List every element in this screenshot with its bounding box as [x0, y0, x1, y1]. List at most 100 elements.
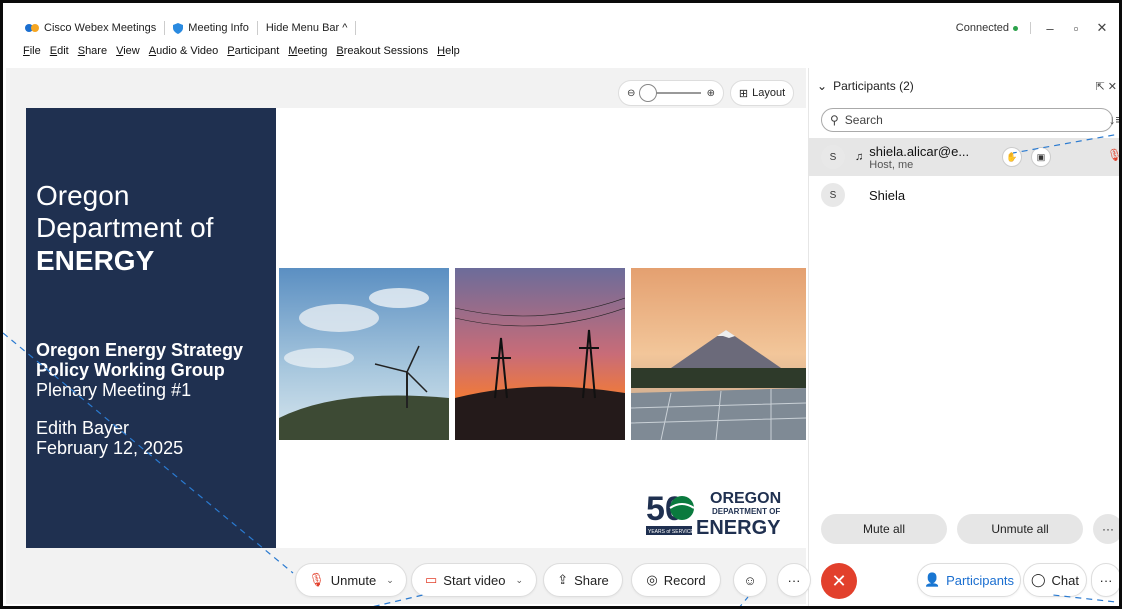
headset-icon: ♫: [855, 151, 864, 163]
webex-logo-icon: [25, 24, 39, 32]
participant-row[interactable]: S ♫ shiela.alicar@e... Host, me ✋ ▣ 🎙: [809, 138, 1119, 176]
meeting-controls-toolbar: 🎙 Unmute ⌄ ▭ Start video ⌄ ⇪ Share ◎ Rec…: [3, 563, 1119, 603]
layout-button[interactable]: ⊞ Layout: [730, 80, 794, 106]
participant-name: Shiela: [869, 187, 906, 203]
menu-view[interactable]: View: [116, 45, 140, 63]
avatar: S: [821, 183, 845, 207]
layout-label: Layout: [752, 87, 786, 99]
chat-button[interactable]: ◯ Chat: [1023, 563, 1087, 597]
more-button[interactable]: ···: [777, 563, 811, 597]
hide-menu-label: Hide Menu Bar ^: [265, 22, 348, 34]
muted-mic-icon: 🎙: [308, 572, 325, 587]
record-button[interactable]: ◎ Record: [631, 563, 721, 597]
logo-line1: OREGON: [710, 490, 781, 507]
slide-org-line2: Department of: [36, 212, 214, 243]
mountain-solar-photo: [631, 268, 806, 440]
video-off-icon: ▭: [425, 572, 438, 587]
unmute-all-button[interactable]: Unmute all: [957, 514, 1083, 544]
more-options-button[interactable]: ···: [1093, 514, 1119, 544]
slide-meeting: Plenary Meeting #1: [36, 380, 192, 400]
app-title: Cisco Webex Meetings: [17, 21, 166, 35]
meeting-info-label: Meeting Info: [188, 22, 249, 34]
popout-icon[interactable]: ⇱: [1096, 81, 1105, 93]
share-icon: ⇪: [557, 572, 569, 587]
logo-line3: ENERGY: [696, 517, 781, 538]
app-name: Cisco Webex Meetings: [44, 22, 157, 34]
slide-date: February 12, 2025: [36, 438, 184, 458]
divider: [1030, 22, 1031, 34]
participant-name: shiela.alicar@e...: [869, 143, 970, 159]
participants-button[interactable]: 👤 Participants: [917, 563, 1021, 597]
meeting-info-button[interactable]: Meeting Info: [165, 21, 258, 35]
panels-more-button[interactable]: ···: [1091, 563, 1119, 597]
shield-icon: [173, 22, 184, 34]
chevron-down-icon[interactable]: ⌄: [515, 575, 523, 586]
wind-turbine-photo: [279, 268, 449, 440]
hide-menu-bar-button[interactable]: Hide Menu Bar ^: [258, 21, 357, 35]
webex-window: Cisco Webex Meetings Meeting Info Hide M…: [0, 0, 1122, 609]
participants-label: Participants: [946, 572, 1015, 588]
ellipsis-icon: ···: [787, 572, 801, 588]
participants-title: Participants (2): [833, 79, 914, 93]
zoom-in-icon[interactable]: ⊕: [707, 88, 715, 99]
raise-hand-icon[interactable]: ✋: [1002, 147, 1022, 167]
chevron-down-icon[interactable]: ⌄: [386, 575, 394, 586]
odoe-logo: 50 YEARS of SERVICE OREGON DEPARTMENT OF…: [646, 486, 806, 539]
start-video-button[interactable]: ▭ Start video ⌄: [411, 563, 537, 597]
unmute-label: Unmute: [330, 572, 377, 588]
unmute-button[interactable]: 🎙 Unmute ⌄: [295, 563, 407, 597]
menu-meeting[interactable]: Meeting: [288, 45, 327, 63]
mute-all-label: Mute all: [862, 522, 906, 536]
menu-bar: File Edit Share View Audio & Video Parti…: [23, 45, 460, 63]
logo-line2: DEPARTMENT OF: [712, 507, 780, 516]
people-icon: 👤: [923, 572, 941, 587]
video-status-icon[interactable]: ▣: [1031, 147, 1051, 167]
menu-help[interactable]: Help: [437, 45, 460, 63]
menu-audio-video[interactable]: Audio & Video: [149, 45, 219, 63]
shared-content-area: ⊖ ⊕ ⊞ Layout Oregon Department of ENERGY…: [6, 68, 806, 604]
minimize-button[interactable]: –: [1043, 21, 1057, 36]
end-meeting-button[interactable]: ✕: [821, 563, 857, 599]
avatar-initial: S: [829, 151, 837, 163]
zoom-out-icon[interactable]: ⊖: [627, 88, 635, 99]
participants-header: ⌄ Participants (2) ⇱ ✕: [817, 76, 1117, 96]
chat-bubble-icon: ◯: [1030, 572, 1046, 587]
ellipsis-icon: ···: [1099, 572, 1113, 588]
slide-org-line3: ENERGY: [36, 245, 155, 276]
layout-grid-icon: ⊞: [738, 87, 749, 100]
reactions-button[interactable]: ☺: [733, 563, 767, 597]
close-icon: ✕: [831, 570, 847, 591]
collapse-chevron-icon[interactable]: ⌄: [817, 79, 827, 93]
participant-search-input[interactable]: ⚲ Search: [821, 108, 1113, 132]
close-button[interactable]: ✕: [1095, 20, 1109, 36]
participants-panel: ⌄ Participants (2) ⇱ ✕ ⚲ Search ↓≡ S ♫ s…: [808, 68, 1119, 606]
muted-mic-icon[interactable]: 🎙: [1107, 148, 1119, 162]
zoom-control[interactable]: ⊖ ⊕: [618, 80, 724, 106]
menu-file[interactable]: File: [23, 45, 41, 63]
share-label: Share: [574, 572, 609, 588]
menu-edit[interactable]: Edit: [50, 45, 69, 63]
title-bar: Cisco Webex Meetings Meeting Info Hide M…: [17, 15, 1119, 41]
menu-breakout-sessions[interactable]: Breakout Sessions: [336, 45, 428, 63]
slide-author: Edith Bayer: [36, 418, 130, 438]
odoe-logo-graphic: 50 YEARS of SERVICE OREGON DEPARTMENT OF…: [646, 490, 781, 539]
restore-button[interactable]: ▫: [1069, 21, 1083, 36]
avatar-initial: S: [829, 189, 837, 201]
zoom-slider-handle[interactable]: [639, 84, 658, 102]
slide-group-line1: Oregon Energy Strategy: [36, 340, 244, 360]
connection-status: Connected: [956, 22, 1018, 34]
chat-label: Chat: [1051, 572, 1080, 588]
mute-all-button[interactable]: Mute all: [821, 514, 947, 544]
start-video-label: Start video: [443, 572, 506, 588]
menu-participant[interactable]: Participant: [227, 45, 279, 63]
share-button[interactable]: ⇪ Share: [543, 563, 623, 597]
participant-row[interactable]: S Shiela: [809, 176, 1119, 214]
slide-group-line2: Policy Working Group: [36, 360, 225, 380]
panel-close-icon[interactable]: ✕: [1108, 81, 1117, 93]
participant-role: Host, me: [869, 158, 914, 171]
sort-icon[interactable]: ↓≡: [1109, 112, 1119, 127]
zoom-slider[interactable]: [639, 84, 701, 102]
smiley-icon: ☺: [743, 572, 757, 588]
power-lines-sunset-photo: [455, 268, 625, 440]
menu-share[interactable]: Share: [78, 45, 107, 63]
